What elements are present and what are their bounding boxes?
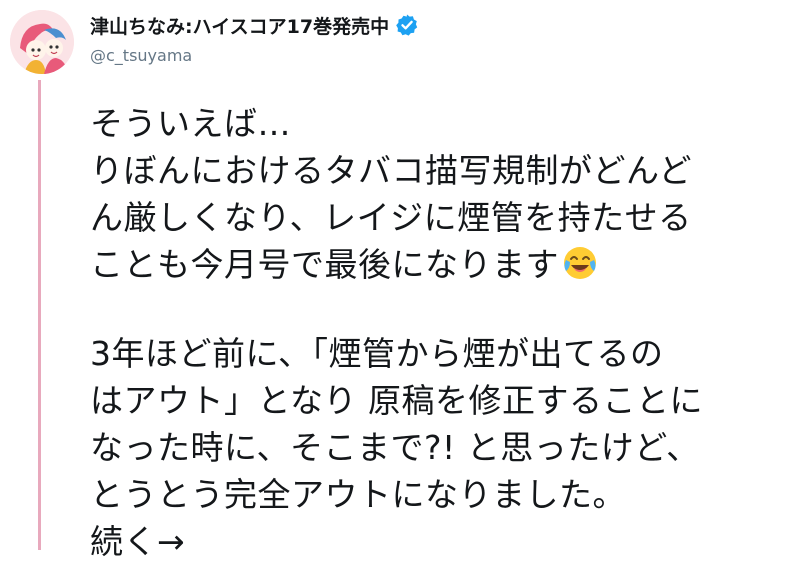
continue-link: 続く→ xyxy=(90,522,186,561)
tweet-line: ん厳しくなり、レイジに煙管を持たせる xyxy=(90,198,692,237)
display-name[interactable]: 津山ちなみ:ハイスコア17巻発売中 xyxy=(90,12,389,39)
thread-connector-line xyxy=(38,80,41,550)
tweet-header: 津山ちなみ:ハイスコア17巻発売中 @c_tsuyama xyxy=(90,10,419,65)
user-handle[interactable]: @c_tsuyama xyxy=(90,46,419,65)
tweet-line-with-emoji: ことも今月号で最後になります xyxy=(90,241,790,288)
tweet-line: そういえば… xyxy=(90,104,291,143)
tweet-line: りぼんにおけるタバコ描写規制がどんど xyxy=(90,151,693,190)
tweet-text: そういえば… りぼんにおけるタバコ描写規制がどんど ん厳しくなり、レイジに煙管を… xyxy=(90,100,790,565)
tweet-line: とうとう完全アウトになりました。 xyxy=(90,475,626,514)
tweet-line: はアウト」となり 原稿を修正することに xyxy=(90,381,703,420)
verified-badge-icon xyxy=(395,13,419,37)
tweet-line: なった時に、そこまで?! と思ったけど、 xyxy=(90,428,700,467)
avatar-illustration-icon xyxy=(10,10,74,74)
avatar[interactable] xyxy=(10,10,74,74)
tweet-line: 3年ほど前に、「煙管から煙が出てるの xyxy=(90,334,664,373)
face-with-tears-of-joy-icon xyxy=(561,244,599,282)
tweet-line-text: ことも今月号で最後になります xyxy=(90,245,559,284)
name-row: 津山ちなみ:ハイスコア17巻発売中 xyxy=(90,10,419,40)
